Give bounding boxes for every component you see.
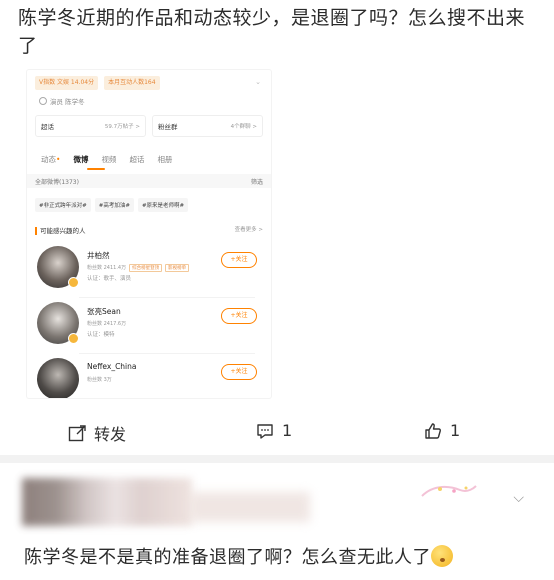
super-topic-box[interactable]: 超话 59.7万帖子 > (35, 115, 146, 137)
like-button[interactable]: 1 (424, 421, 460, 440)
verified-badge-icon (68, 333, 79, 344)
super-topic-label: 超话 (41, 123, 54, 131)
suggested-person[interactable]: 张亮Sean 粉丝数 2417.6万 认证：模特 +关注 (35, 300, 263, 350)
tab-video[interactable]: 视频 (101, 154, 116, 165)
comment-count: 1 (282, 421, 293, 440)
suggest-title: 可能感兴趣的人 (40, 227, 86, 235)
repost-label: 转发 (94, 425, 127, 444)
follow-button[interactable]: +关注 (221, 364, 257, 380)
identity-text: 演员 陈学冬 (50, 98, 85, 106)
divider (79, 297, 255, 298)
all-weibo-count: 全部微博(1373) (35, 178, 79, 186)
rank-tag: 综合榜星登顶 (129, 264, 163, 272)
comment-text: 陈学冬是不是真的准备退圈了啊？怎么查无此人了 (24, 545, 453, 570)
active-tab-indicator (87, 168, 105, 170)
see-more-link[interactable]: 查看更多 > (235, 225, 263, 235)
decoration-badge-icon (421, 485, 477, 497)
person-cert: 认证：歌手、演员 (87, 276, 132, 282)
divider (79, 353, 255, 354)
tab-dynamic[interactable]: 动态• (41, 154, 60, 165)
hashtag-chip[interactable]: #高考加油# (94, 198, 134, 212)
person-fans: 粉丝数 2417.6万 (87, 321, 127, 327)
rank-tag: 影视榜单 (165, 264, 190, 272)
fan-group-box[interactable]: 粉丝群 4个群聊 > (152, 115, 263, 137)
person-fans: 粉丝数 3万 (87, 377, 112, 383)
filter-button[interactable]: 筛选 (251, 177, 263, 186)
monthly-interact-tag: 本月互动人数164 (104, 76, 160, 90)
suggested-person[interactable]: 井柏然 粉丝数 2411.4万 综合榜星登顶 影视榜单 认证：歌手、演员 +关注 (35, 244, 263, 294)
person-name: 张亮Sean (87, 307, 121, 316)
person-name: Neffex_China (87, 362, 137, 371)
comment-icon (257, 423, 273, 439)
follow-button[interactable]: +关注 (221, 308, 257, 324)
v-index-tag: V指数 文娱 14.04分 (35, 76, 99, 90)
all-weibo-bar: 全部微博(1373) 筛选 (27, 174, 271, 188)
tab-album[interactable]: 相册 (157, 154, 172, 165)
hashtag-chip[interactable]: #原来是老师啊# (137, 198, 189, 212)
chevron-down-icon[interactable]: ⌵ (513, 490, 524, 506)
feature-boxes: 超话 59.7万帖子 > 粉丝群 4个群聊 > (35, 115, 263, 137)
avatar (37, 358, 79, 398)
repost-button[interactable]: 转发 (68, 421, 126, 445)
person-fans: 粉丝数 2411.4万 综合榜星登顶 影视榜单 (87, 264, 190, 272)
person-name: 井柏然 (87, 251, 110, 260)
verified-badge-icon (68, 277, 79, 288)
super-topic-meta: 59.7万帖子 > (104, 124, 140, 130)
hashtag-chips: #非正式跨年派对# #高考加油# #原来是老师啊# (35, 198, 189, 212)
follow-button[interactable]: +关注 (221, 252, 257, 268)
section-divider (0, 455, 554, 463)
like-count: 1 (450, 421, 461, 440)
fan-group-meta: 4个群聊 > (230, 124, 257, 130)
blurred-username (22, 478, 192, 526)
comment-button[interactable]: 1 (256, 421, 292, 440)
fan-group-label: 粉丝群 (158, 123, 178, 131)
hashtag-chip[interactable]: #非正式跨年派对# (35, 198, 91, 212)
tab-weibo[interactable]: 微博 (73, 154, 88, 165)
repost-icon (68, 425, 86, 442)
suggest-header: 可能感兴趣的人 查看更多 > (35, 225, 263, 235)
verified-icon (39, 97, 47, 105)
tab-super-topic[interactable]: 超话 (129, 154, 144, 165)
thumbs-up-icon (425, 422, 441, 439)
person-cert: 认证：模特 (87, 332, 115, 338)
profile-tabs: 动态• 微博 视频 超话 相册 (41, 154, 172, 165)
avatar (37, 246, 79, 288)
emoji-icon (431, 545, 453, 567)
post-text: 陈学冬近期的作品和动态较少，是退圈了吗？怎么搜不出来了 (18, 7, 526, 57)
action-bar: 转发 1 1 (0, 413, 554, 453)
avatar (37, 302, 79, 344)
identity-line: 演员 陈学冬 (39, 96, 85, 106)
blurred-avatar (190, 492, 310, 522)
chevron-down-icon: ⌄ (255, 78, 261, 86)
tag-row: V指数 文娱 14.04分 本月互动人数164 (35, 76, 160, 90)
embedded-screenshot[interactable]: V指数 文娱 14.04分 本月互动人数164 ⌄ 演员 陈学冬 超话 59.7… (27, 70, 271, 398)
suggested-person[interactable]: Neffex_China 粉丝数 3万 +关注 (35, 356, 263, 398)
